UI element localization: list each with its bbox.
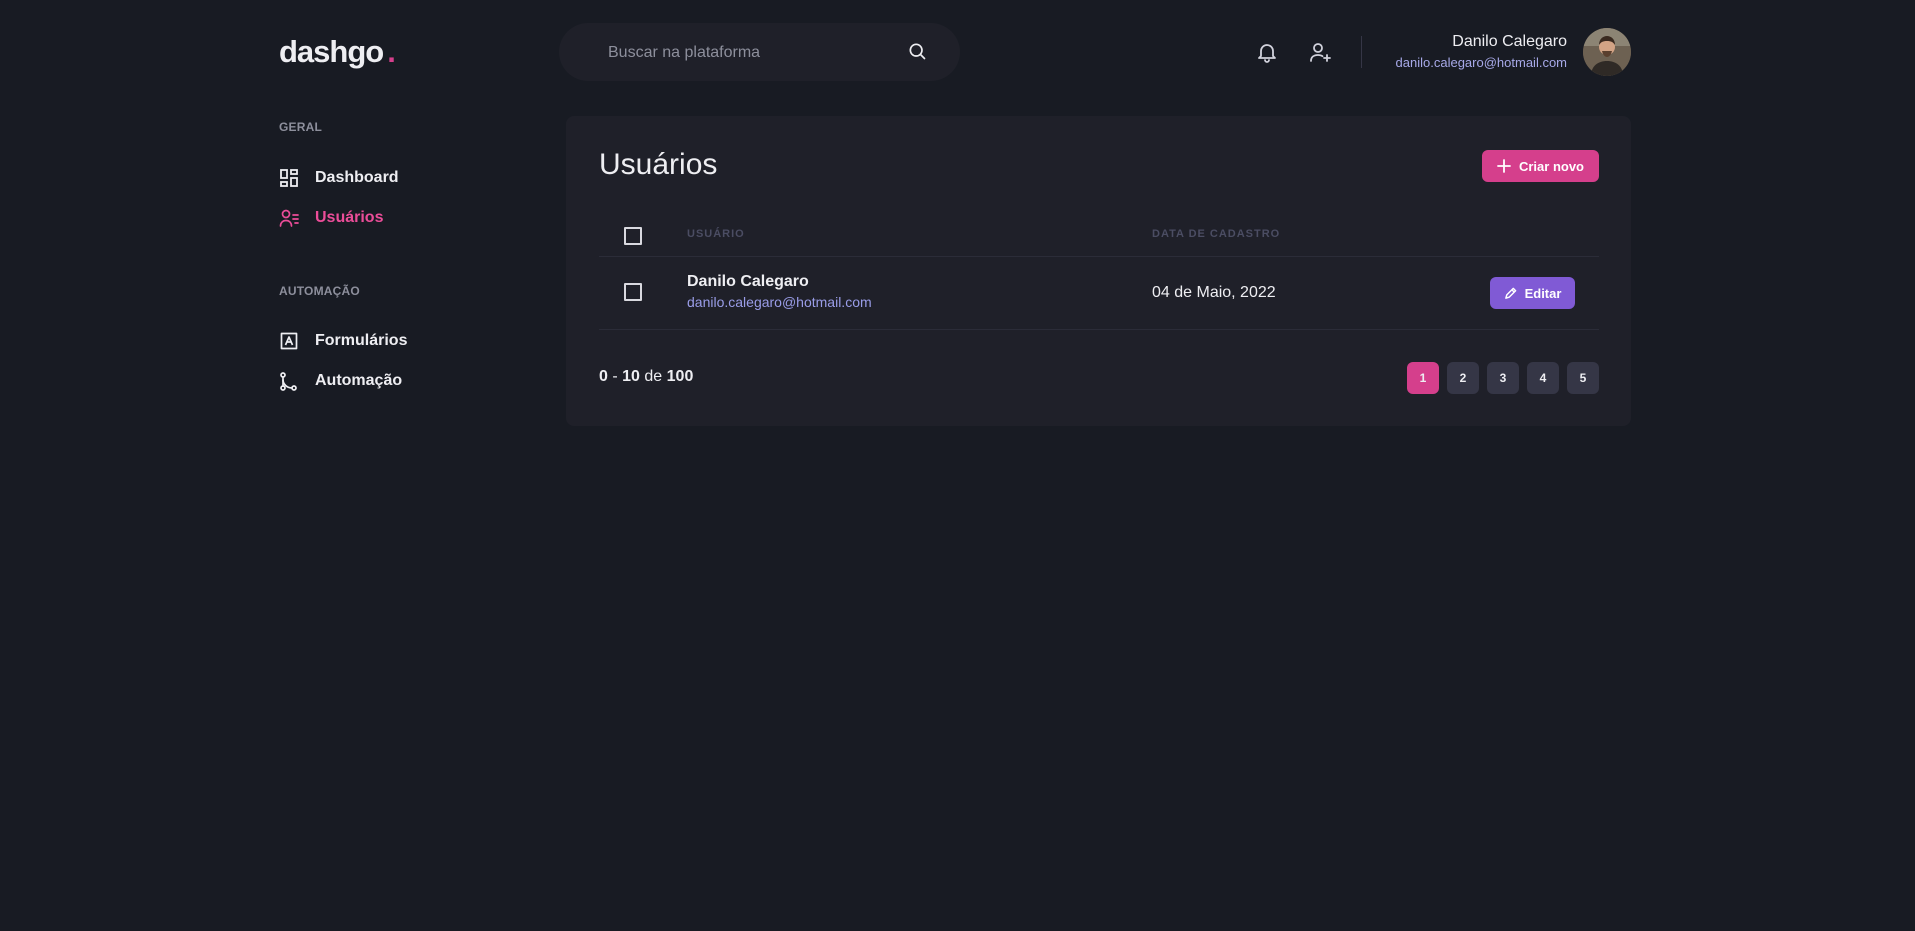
bell-icon[interactable] [1255,40,1279,64]
column-header-data-cadastro: DATA DE CADASTRO [1152,228,1281,240]
profile-name: Danilo Calegaro [1452,33,1567,50]
pagination-sep: - [612,368,618,385]
sidebar-section-geral: GERAL [279,120,322,134]
row-registration-date: 04 de Maio, 2022 [1152,284,1276,301]
users-list-icon [279,209,299,227]
sidebar-item-label: Formulários [315,332,408,349]
pagination-start: 0 [599,368,608,385]
sidebar-item-dashboard[interactable]: Dashboard [279,168,399,188]
page-button-5[interactable]: 5 [1567,362,1599,394]
pagination-of: de [644,368,663,385]
table-row-divider [599,329,1599,330]
avatar-image [1583,28,1631,76]
create-user-button[interactable]: Criar novo [1482,150,1599,182]
sidebar-item-automacao[interactable]: Automação [279,371,402,391]
user-add-icon[interactable] [1308,40,1332,64]
users-card: Usuários Criar novo USUÁRIO DATA DE CADA… [566,116,1631,426]
row-checkbox[interactable] [624,283,642,301]
plus-icon [1497,159,1511,173]
form-icon [280,332,298,350]
row-user-name: Danilo Calegaro [687,273,809,290]
sidebar-item-formularios[interactable]: Formulários [279,331,407,351]
search-bar[interactable] [559,23,960,83]
git-branch-icon [280,372,297,391]
header-divider [1361,36,1362,68]
table-header-divider [599,256,1599,257]
page-button-1[interactable]: 1 [1407,362,1439,394]
sidebar-item-label: Automação [315,372,403,389]
edit-user-button[interactable]: Editar [1490,277,1575,309]
search-icon[interactable] [907,41,927,61]
pagination-end: 10 [622,368,640,385]
sidebar-section-automacao: AUTOMAÇÃO [279,284,360,298]
page-button-2[interactable]: 2 [1447,362,1479,394]
avatar[interactable] [1583,28,1631,76]
sidebar-item-label: Usuários [315,209,384,226]
pencil-icon [1504,287,1516,299]
page-title: Usuários [599,148,718,181]
dashboard-grid-icon [280,169,298,187]
profile-email: danilo.calegaro@hotmail.com [1395,55,1567,70]
page-button-3[interactable]: 3 [1487,362,1519,394]
page-button-4[interactable]: 4 [1527,362,1559,394]
pagination-total: 100 [666,368,694,385]
create-user-label: Criar novo [1518,158,1584,174]
search-input[interactable] [606,23,910,83]
sidebar-item-usuarios[interactable]: Usuários [279,208,383,228]
brand-name: dashgo [279,34,384,69]
row-user-email: danilo.calegaro@hotmail.com [687,294,872,310]
column-header-usuario: USUÁRIO [687,228,745,240]
edit-user-label: Editar [1524,285,1562,301]
brand-dot: . [387,34,396,69]
brand-logo: dashgo. [279,34,396,70]
select-all-checkbox[interactable] [624,227,642,245]
pagination-summary: 0 - 10 de 100 [599,368,693,386]
sidebar-item-label: Dashboard [315,169,399,186]
